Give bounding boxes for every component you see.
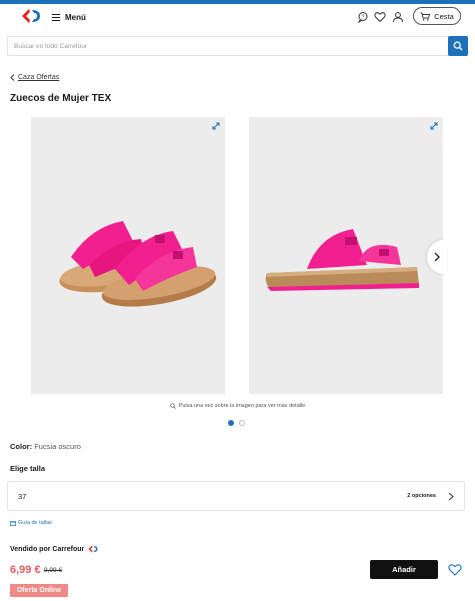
cart-icon	[420, 12, 431, 21]
header: Menú ? Cesta	[0, 4, 475, 30]
size-title: Elige talla	[10, 464, 46, 473]
size-selector[interactable]: 37 2 opciones	[7, 481, 465, 511]
add-to-cart-button[interactable]: Añadir	[370, 560, 438, 579]
carrefour-logo[interactable]	[20, 8, 42, 24]
svg-text:?: ?	[362, 15, 365, 21]
hamburger-icon	[52, 13, 60, 21]
ruler-icon	[10, 520, 16, 526]
color-info: Color: Fucsia oscuro	[10, 442, 81, 451]
product-title: Zuecos de Mujer TEX	[10, 93, 112, 104]
size-guide-link[interactable]: Guía de tallas	[10, 520, 52, 526]
sandal-pair-illustration	[59, 221, 217, 307]
seller-info: Vendido por Carrefour	[10, 545, 99, 553]
zoom-icon	[170, 403, 176, 409]
search-bar	[7, 36, 468, 56]
chevron-right-icon	[448, 492, 454, 501]
favorite-heart-icon[interactable]	[448, 563, 462, 576]
color-value: Fucsia oscuro	[34, 442, 81, 451]
color-label: Color:	[10, 442, 33, 451]
size-guide-label: Guía de tallas	[18, 520, 52, 526]
breadcrumb-link[interactable]: Caza Ofertas	[18, 74, 59, 81]
offer-badge: Oferta Online	[10, 584, 68, 597]
carrefour-logo-small	[88, 545, 98, 553]
menu-label: Menú	[65, 12, 86, 22]
cart-button[interactable]: Cesta	[413, 7, 461, 25]
product-image-2[interactable]	[249, 117, 443, 394]
product-image-1[interactable]	[31, 117, 225, 394]
chat-icon[interactable]: ?	[357, 11, 369, 23]
old-price: 9,99 €	[44, 567, 63, 574]
zoom-hint-text: Pulsa una vez sobre la imagen para ver m…	[178, 403, 306, 409]
search-icon	[453, 41, 463, 51]
cart-label: Cesta	[434, 11, 454, 21]
menu-button[interactable]: Menú	[52, 10, 86, 24]
search-input[interactable]	[14, 40, 444, 53]
chevron-right-icon	[434, 252, 440, 262]
user-icon[interactable]	[392, 11, 404, 23]
size-value: 37	[18, 492, 27, 501]
current-price: 6,99 €	[10, 564, 41, 576]
size-options-count: 2 opciones	[407, 493, 436, 499]
carousel-dots	[228, 420, 245, 426]
search-button[interactable]	[448, 36, 468, 56]
zoom-hint: Pulsa una vez sobre la imagen para ver m…	[0, 403, 475, 409]
seller-label: Vendido por Carrefour	[10, 545, 85, 553]
sandal-side-illustration	[265, 229, 419, 291]
heart-icon[interactable]	[374, 11, 386, 23]
chevron-left-icon	[10, 74, 15, 81]
carousel-dot-1[interactable]	[228, 420, 234, 426]
breadcrumb[interactable]: Caza Ofertas	[10, 74, 59, 81]
carousel-dot-2[interactable]	[239, 420, 245, 426]
